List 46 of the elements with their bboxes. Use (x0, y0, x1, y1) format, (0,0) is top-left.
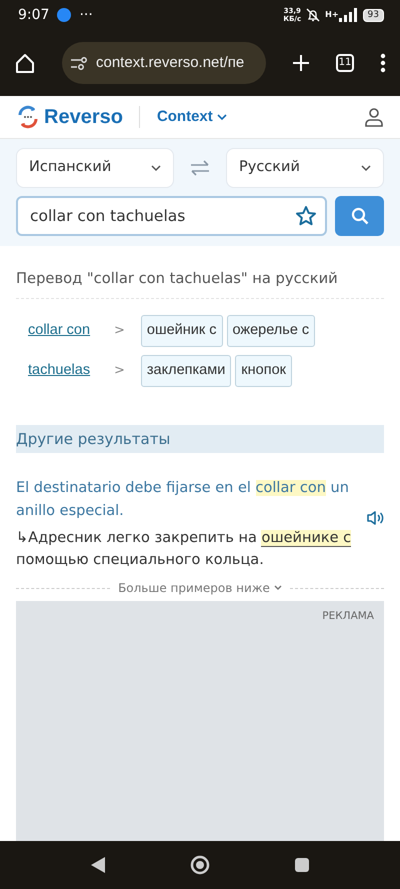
network-type: H+ (325, 9, 339, 21)
search-icon (350, 207, 368, 225)
bell-off-icon (305, 7, 322, 23)
logo-icon (16, 105, 40, 129)
user-icon[interactable] (364, 107, 384, 127)
translation-chip[interactable]: кнопок (235, 354, 292, 387)
example-sentence: El destinatario debe fijarse en el collar con un anillo especial. (16, 479, 350, 522)
address-bar[interactable]: context.reverso.net/пе (62, 42, 266, 84)
star-icon[interactable] (295, 205, 317, 227)
translation-sentence: ↳Адресник легко закрепить на ошейнике с помощью специального кольца. (16, 529, 352, 570)
arrow-separator: > (114, 362, 125, 380)
more-menu-icon[interactable] (380, 53, 386, 73)
signal-icon (338, 8, 359, 22)
chevron-down-icon (361, 164, 371, 172)
home-button-icon[interactable] (190, 855, 210, 875)
page-heading: Перевод "collar con tachuelas" на русский (15, 269, 339, 289)
recents-icon[interactable] (294, 857, 310, 873)
search-field[interactable]: collar con tachuelas (16, 196, 327, 236)
home-icon[interactable] (14, 52, 36, 74)
search-button[interactable] (335, 196, 384, 236)
swap-languages-icon[interactable] (190, 160, 210, 176)
source-term-link[interactable]: collar con (28, 320, 98, 342)
translation-chip[interactable]: ожерелье с (226, 315, 316, 347)
chevron-down-icon (274, 585, 282, 592)
arrow-separator: > (114, 322, 125, 340)
vk-app-icon (57, 8, 72, 22)
source-term-link[interactable]: tachuelas (28, 360, 98, 382)
battery-indicator: 93 (362, 8, 384, 22)
translation-chip[interactable]: заклепками (140, 354, 232, 387)
product-menu[interactable]: Context (156, 104, 228, 130)
chevron-down-icon (151, 164, 161, 172)
tab-count-button[interactable]: 11 (336, 54, 354, 72)
speaker-icon[interactable] (366, 510, 384, 526)
ad-label: РЕКЛАМА (322, 609, 374, 624)
status-time: 9:07 (18, 6, 50, 24)
language-select[interactable]: Испанский (16, 148, 174, 188)
site-settings-icon (70, 56, 88, 70)
notification-dots: ··· (79, 6, 93, 24)
translation-chip[interactable]: ошейник с (140, 315, 222, 347)
language-select[interactable]: Русский (226, 148, 384, 188)
back-icon[interactable] (90, 856, 106, 874)
more-examples-link[interactable]: Больше примеров ниже (118, 579, 282, 598)
plus-icon[interactable] (292, 54, 310, 72)
chevron-down-icon (216, 114, 227, 120)
section-header: Другие результаты (16, 424, 384, 454)
logo-text[interactable]: Reverso (44, 102, 123, 132)
